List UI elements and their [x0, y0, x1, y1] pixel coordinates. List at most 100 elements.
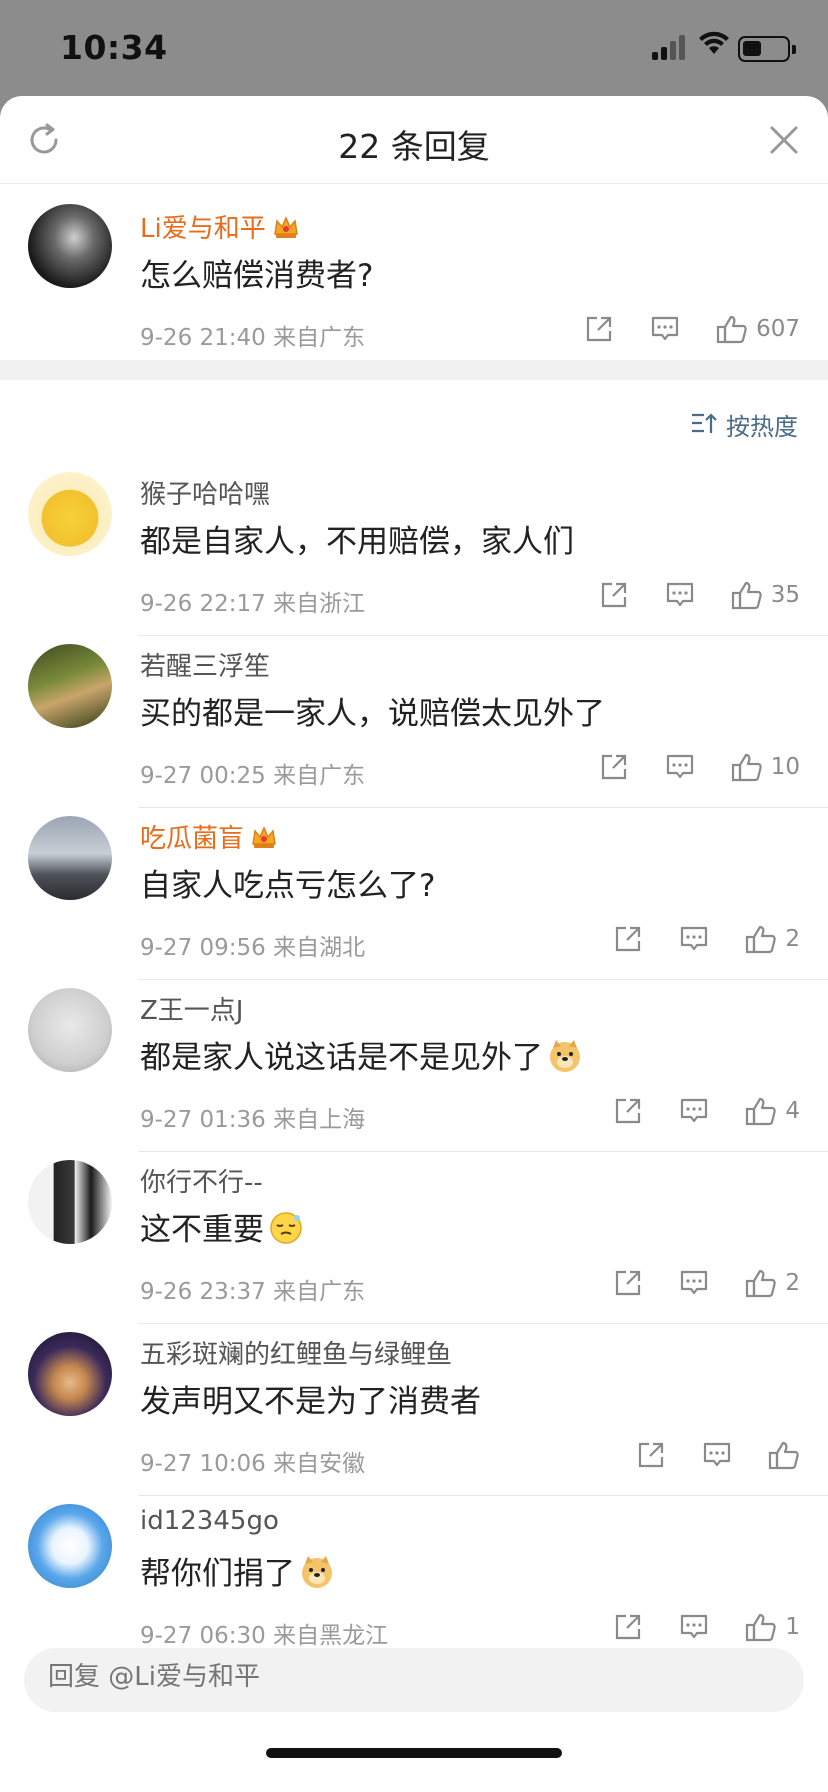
username-text[interactable]: 五彩斑斓的红鲤鱼与绿鲤鱼 — [140, 1340, 452, 1370]
reply-text: 帮你们捐了 — [140, 1548, 335, 1593]
reply-actions: 35 — [563, 578, 800, 612]
reply-text-content: 都是自家人，不用赔偿，家人们 — [140, 524, 574, 560]
reply-username[interactable]: 你行不行-- — [140, 1162, 263, 1199]
row-divider — [138, 635, 828, 636]
like-count: 1 — [785, 1614, 800, 1640]
share-button[interactable] — [584, 314, 614, 344]
like-button[interactable]: 2 — [745, 924, 800, 954]
reply-username[interactable]: 猴子哈哈嘿 — [140, 474, 270, 511]
reply-username[interactable]: Z王一点J — [140, 990, 243, 1027]
reply-actions — [600, 1438, 800, 1472]
comment-icon — [681, 1614, 708, 1639]
share-button[interactable] — [613, 1612, 643, 1642]
section-divider — [0, 360, 828, 380]
like-button[interactable]: 10 — [731, 752, 800, 782]
share-button[interactable] — [599, 752, 629, 782]
share-icon — [638, 1442, 664, 1468]
reply-text-content: 买的都是一家人，说赔偿太见外了 — [140, 696, 605, 732]
close-icon[interactable] — [768, 124, 800, 156]
reply-text-content: 帮你们捐了 — [140, 1556, 295, 1592]
like-icon — [746, 1269, 777, 1298]
reply-text-content: 自家人吃点亏怎么了? — [140, 868, 436, 904]
comment-icon — [681, 1270, 708, 1295]
avatar[interactable] — [28, 472, 112, 556]
avatar[interactable] — [28, 816, 112, 900]
like-button[interactable] — [768, 1440, 800, 1470]
reply-username[interactable]: 五彩斑斓的红鲤鱼与绿鲤鱼 — [140, 1334, 452, 1371]
reply-username[interactable]: 吃瓜菌盲 — [140, 818, 278, 855]
comment-button[interactable] — [679, 1268, 709, 1298]
reply-input[interactable] — [48, 1662, 788, 1692]
comment-button[interactable] — [702, 1440, 732, 1470]
reply-meta: 9-27 09:56 来自湖北 — [140, 935, 366, 961]
reply-bar[interactable] — [24, 1648, 804, 1712]
share-icon — [586, 316, 612, 342]
like-icon — [746, 925, 777, 954]
username-text[interactable]: id12345go — [140, 1506, 279, 1536]
like-icon — [716, 315, 747, 344]
reply-meta: 9-27 10:06 来自安徽 — [140, 1451, 366, 1477]
reply-username[interactable]: id12345go — [140, 1506, 279, 1536]
comment-button[interactable] — [665, 752, 695, 782]
crown-icon — [252, 826, 276, 848]
like-count: 2 — [785, 1270, 800, 1296]
reply-actions: 4 — [577, 1094, 800, 1128]
row-divider — [138, 979, 828, 980]
comment-button[interactable] — [679, 1096, 709, 1126]
sort-button[interactable]: 按热度 — [690, 406, 798, 442]
avatar[interactable] — [28, 644, 112, 728]
comment-button[interactable] — [650, 314, 680, 344]
like-button[interactable]: 607 — [716, 314, 800, 344]
avatar[interactable] — [28, 988, 112, 1072]
comment-button[interactable] — [679, 1612, 709, 1642]
reply-text-content: 发声明又不是为了消费者 — [140, 1384, 481, 1420]
reply-meta: 9-27 06:30 来自黑龙江 — [140, 1623, 389, 1649]
like-button[interactable]: 4 — [745, 1096, 800, 1126]
avatar[interactable] — [28, 1504, 112, 1588]
like-icon — [746, 1097, 777, 1126]
username-text[interactable]: 若醒三浮笙 — [140, 652, 270, 682]
comment-icon — [681, 1098, 708, 1123]
reply-text: 自家人吃点亏怎么了? — [140, 860, 435, 905]
comment-username[interactable]: Li爱与和平 — [140, 208, 300, 245]
share-button[interactable] — [613, 1268, 643, 1298]
share-icon — [601, 582, 626, 608]
like-button[interactable]: 35 — [731, 580, 800, 610]
share-button[interactable] — [613, 1096, 643, 1126]
share-button[interactable] — [613, 924, 643, 954]
share-icon — [616, 1614, 641, 1640]
username-text[interactable]: 吃瓜菌盲 — [140, 824, 244, 854]
like-button[interactable]: 1 — [745, 1612, 800, 1642]
reply-text: 这不重要 — [140, 1204, 304, 1249]
share-button[interactable] — [636, 1440, 666, 1470]
comment-icon — [681, 926, 708, 951]
comment-button[interactable] — [679, 924, 709, 954]
username-text[interactable]: Li爱与和平 — [140, 214, 266, 244]
avatar[interactable] — [28, 1160, 112, 1244]
main-comment: Li爱与和平 怎么赔偿消费者? 9-26 21:40 来自广东 607 — [0, 184, 828, 360]
share-button[interactable] — [599, 580, 629, 610]
sort-icon — [692, 413, 717, 433]
reply-text-content: 都是家人说这话是不是见外了 — [140, 1040, 543, 1076]
share-icon — [616, 926, 641, 952]
reply-text: 都是家人说这话是不是见外了 — [140, 1032, 583, 1077]
avatar[interactable] — [28, 204, 112, 288]
username-text[interactable]: 猴子哈哈嘿 — [140, 480, 270, 510]
avatar[interactable] — [28, 1332, 112, 1416]
username-text[interactable]: Z王一点J — [140, 996, 243, 1026]
reply-username[interactable]: 若醒三浮笙 — [140, 646, 270, 683]
reply-text: 买的都是一家人，说赔偿太见外了 — [140, 688, 605, 733]
like-count: 4 — [785, 1098, 800, 1124]
comment-icon — [666, 582, 693, 607]
comment-button[interactable] — [665, 580, 695, 610]
battery-icon — [738, 36, 796, 62]
row-divider — [138, 1151, 828, 1152]
reply-actions: 1 — [577, 1610, 800, 1644]
wifi-icon — [699, 31, 729, 54]
reply-meta: 9-27 00:25 来自广东 — [140, 763, 366, 789]
username-text[interactable]: 你行不行-- — [140, 1168, 263, 1198]
signal-icon — [652, 34, 688, 60]
reply-meta: 9-26 22:17 来自浙江 — [140, 591, 366, 617]
like-button[interactable]: 2 — [745, 1268, 800, 1298]
row-divider — [138, 807, 828, 808]
